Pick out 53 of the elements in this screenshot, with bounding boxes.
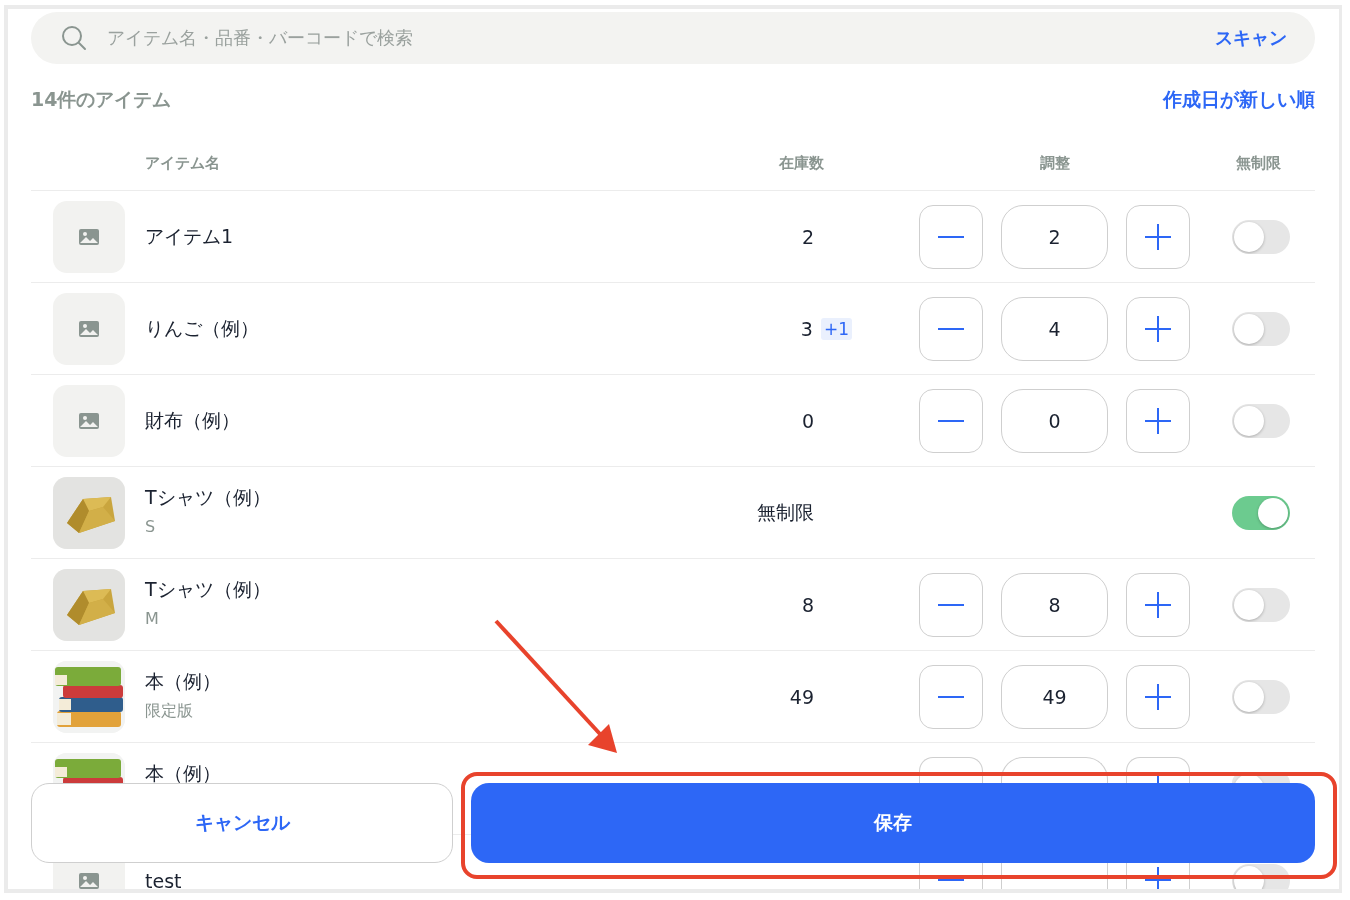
quantity-field[interactable]: 4 [1001, 296, 1108, 361]
unlimited-toggle[interactable] [1232, 587, 1290, 622]
cancel-button[interactable]: キャンセル [31, 783, 453, 863]
stock-change: +1 [820, 317, 852, 340]
stock-count: 0 [801, 409, 814, 432]
increment-button[interactable] [1126, 572, 1190, 637]
minus-icon [938, 695, 964, 698]
item-name: 財布（例） [145, 407, 241, 433]
increment-button[interactable] [1126, 664, 1190, 729]
save-button[interactable]: 保存 [471, 783, 1315, 863]
increment-button[interactable] [1126, 204, 1190, 269]
item-name: test [145, 869, 183, 889]
variant-label: 限定版 [145, 701, 194, 722]
column-header: 在庫数 [778, 153, 824, 173]
column-header: 調整 [1039, 153, 1070, 173]
stock-count: 8 [801, 593, 814, 616]
sort-button[interactable]: 作成日が新しい順 [1163, 87, 1315, 113]
quantity-field[interactable]: 2 [1001, 204, 1108, 269]
stock-count: 3 [800, 317, 813, 340]
item-name: Tシャツ（例） [145, 485, 272, 510]
increment-button[interactable] [1126, 388, 1190, 453]
minus-icon [938, 327, 964, 330]
item-name: Tシャツ（例） [145, 577, 272, 602]
column-header: アイテム名 [145, 153, 221, 173]
scan-button[interactable]: スキャン [1215, 26, 1287, 50]
quantity-field[interactable]: 0 [1001, 388, 1108, 453]
stock-count: 49 [789, 685, 814, 708]
image-icon [79, 412, 99, 429]
variant-label: M [145, 609, 160, 628]
minus-icon [938, 603, 964, 606]
unlimited-toggle[interactable] [1232, 311, 1290, 346]
item-name: アイテム1 [145, 223, 235, 249]
item-count: 14件のアイテム [31, 87, 172, 112]
unlimited-label: 無制限 [757, 499, 814, 525]
unlimited-toggle[interactable] [1232, 495, 1290, 530]
search-icon [61, 25, 87, 51]
quantity-field[interactable]: 8 [1001, 572, 1108, 637]
quantity-field[interactable]: 49 [1001, 664, 1108, 729]
image-icon [79, 320, 99, 337]
item-name: 本（例） [145, 669, 222, 694]
minus-icon [938, 235, 964, 238]
increment-button[interactable] [1126, 296, 1190, 361]
unlimited-toggle[interactable] [1232, 403, 1290, 438]
minus-icon [938, 419, 964, 422]
variant-label: S [145, 517, 157, 536]
item-name: りんご（例） [145, 315, 260, 341]
image-icon [79, 228, 99, 245]
unlimited-toggle[interactable] [1232, 679, 1290, 714]
minus-icon [938, 879, 964, 881]
item-name: 本（例） [145, 761, 222, 786]
column-header: 無制限 [1235, 153, 1281, 173]
stock-count: 2 [801, 225, 814, 248]
unlimited-toggle[interactable] [1232, 219, 1290, 254]
